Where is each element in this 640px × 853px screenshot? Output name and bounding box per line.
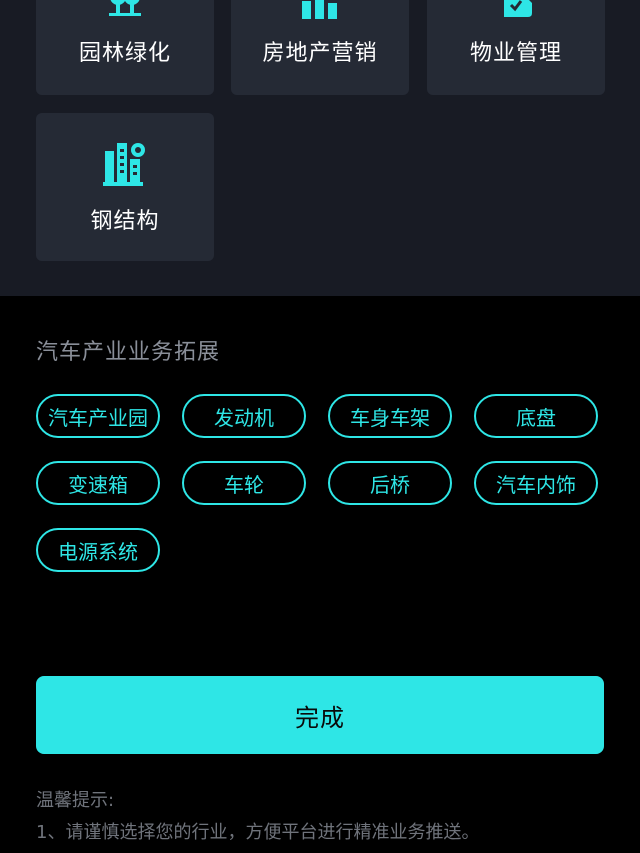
industry-card-real-estate[interactable]: 房地产营销 <box>231 0 409 95</box>
tag-auto-park[interactable]: 汽车产业园 <box>36 394 160 438</box>
industry-card-label: 房地产营销 <box>262 41 378 66</box>
tips-title: 温馨提示: <box>36 790 115 811</box>
tag-chassis[interactable]: 底盘 <box>474 394 598 438</box>
tag-body-frame[interactable]: 车身车架 <box>328 394 452 438</box>
industry-card-label: 园林绿化 <box>78 41 171 66</box>
industry-card-landscaping[interactable]: 园林绿化 <box>36 0 214 95</box>
industry-select-page: 园林绿化 房地产营销 物业管理 钢结构 汽车产业业务拓展 汽车产业园 发动机 车… <box>0 0 640 853</box>
bar-chart-icon <box>302 0 337 19</box>
industry-card-label: 钢结构 <box>90 209 160 234</box>
tips-line-1: 1、请谨慎选择您的行业，方便平台进行精准业务推送。 <box>36 822 480 843</box>
tag-engine[interactable]: 发动机 <box>182 394 306 438</box>
industry-card-label: 物业管理 <box>469 41 562 66</box>
tag-gearbox[interactable]: 变速箱 <box>36 461 160 505</box>
trees-icon <box>109 0 141 16</box>
tag-power-system[interactable]: 电源系统 <box>36 528 160 572</box>
industry-card-steel-structure[interactable]: 钢结构 <box>36 113 214 261</box>
industry-card-property-management[interactable]: 物业管理 <box>427 0 605 95</box>
document-icon <box>504 0 532 17</box>
industry-grid: 园林绿化 房地产营销 物业管理 钢结构 <box>0 0 640 296</box>
section-title: 汽车产业业务拓展 <box>36 340 221 365</box>
tag-rear-axle[interactable]: 后桥 <box>328 461 452 505</box>
tag-interior[interactable]: 汽车内饰 <box>474 461 598 505</box>
done-button[interactable]: 完成 <box>36 676 604 754</box>
tag-wheel[interactable]: 车轮 <box>182 461 306 505</box>
building-gear-icon <box>103 143 145 186</box>
